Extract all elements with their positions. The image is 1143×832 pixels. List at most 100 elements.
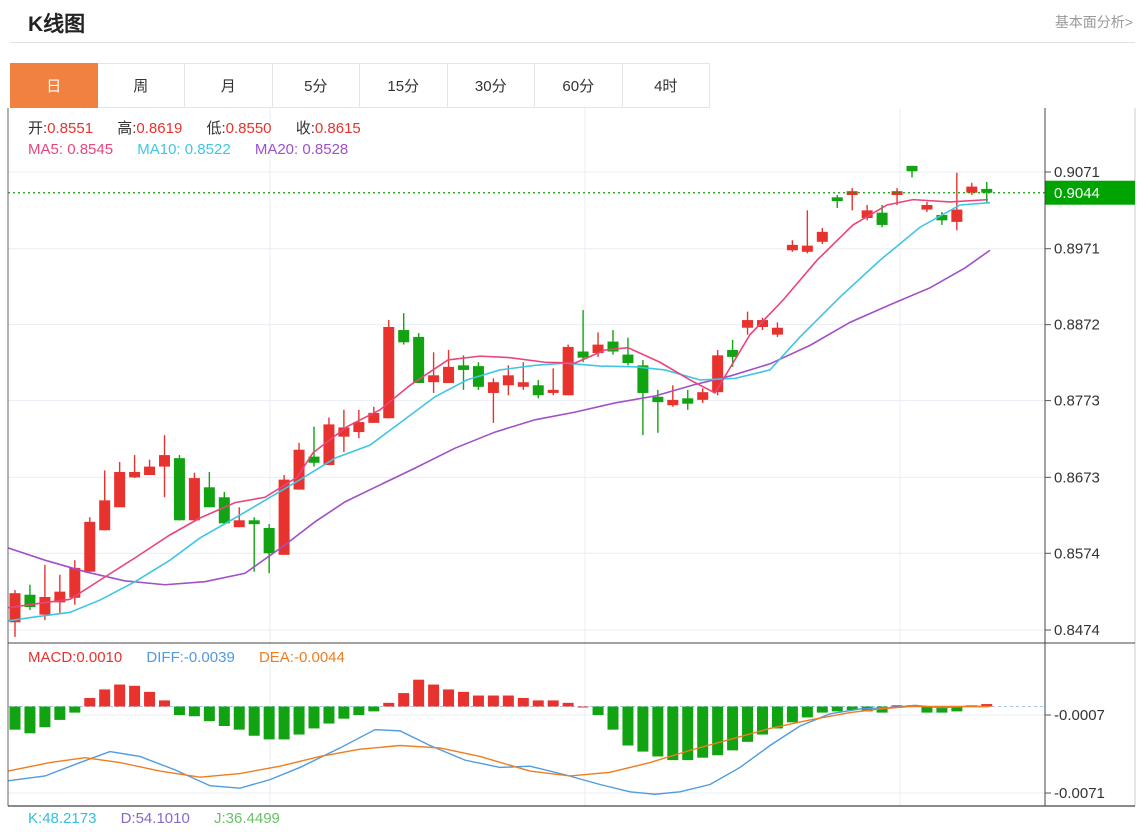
macd-bar xyxy=(712,706,724,756)
candle-body xyxy=(712,355,724,393)
macd-bar xyxy=(801,706,813,718)
price-tick-label: 0.8574 xyxy=(1054,545,1100,562)
candle-body xyxy=(517,382,529,387)
macd-bar xyxy=(502,695,514,707)
macd-bar xyxy=(308,706,320,729)
tab-15min[interactable]: 15分 xyxy=(360,63,448,108)
fundamental-analysis-link[interactable]: 基本面分析> xyxy=(1055,12,1133,32)
macd-bar xyxy=(9,706,21,730)
candle-body xyxy=(84,521,96,572)
macd-bar xyxy=(487,695,499,707)
page-title: K线图 xyxy=(28,13,86,36)
tab-30min[interactable]: 30分 xyxy=(447,63,535,108)
macd-bar xyxy=(69,706,81,713)
macd-bar xyxy=(114,684,126,707)
kline-page: K线图 基本面分析> 日 周 月 5分 15分 30分 60分 4时 0.907… xyxy=(0,0,1143,832)
tab-month[interactable]: 月 xyxy=(185,63,273,108)
macd-bar xyxy=(413,679,425,707)
interval-tabbar: 日 周 月 5分 15分 30分 60分 4时 xyxy=(10,63,710,108)
candle-body xyxy=(248,520,260,525)
candle-body xyxy=(786,244,798,251)
candle-body xyxy=(921,204,933,210)
macd-bar xyxy=(263,706,275,740)
macd-bar xyxy=(532,700,544,707)
candle-body xyxy=(383,326,395,419)
candle-body xyxy=(159,455,170,467)
kline-chart[interactable]: 0.9071 0.8971 0.8872 0.8773 0.8673 0.8574 0.84… xyxy=(0,108,1143,832)
macd-bar xyxy=(203,706,215,722)
macd-bar xyxy=(218,706,230,726)
candle-body xyxy=(637,365,649,393)
macd-bar xyxy=(697,706,709,758)
macd-bar xyxy=(99,689,111,707)
candle-body xyxy=(263,527,275,554)
macd-bar xyxy=(248,706,260,736)
candle-body xyxy=(129,471,141,478)
candle-body xyxy=(876,212,888,225)
macd-bar xyxy=(144,691,156,707)
candle-body xyxy=(443,366,455,383)
candle-body xyxy=(577,351,589,358)
candle-body xyxy=(188,478,200,521)
tab-4hour[interactable]: 4时 xyxy=(622,63,710,108)
macd-bar xyxy=(831,706,843,712)
macd-bar xyxy=(323,706,335,724)
candle-body xyxy=(816,231,828,242)
macd-bar xyxy=(39,706,51,728)
price-tick-label: 0.8673 xyxy=(1054,469,1100,486)
macd-bar xyxy=(84,697,96,707)
macd-bar xyxy=(54,706,66,720)
macd-bar xyxy=(353,706,365,716)
candle-body xyxy=(667,399,679,406)
macd-bar xyxy=(562,702,574,707)
candle-body xyxy=(801,245,813,252)
macd-bar xyxy=(458,691,469,707)
price-tick-label: 0.8872 xyxy=(1054,317,1100,334)
macd-bar xyxy=(577,706,589,708)
macd-bar xyxy=(667,706,679,761)
candle-body xyxy=(173,458,185,521)
tab-5min[interactable]: 5分 xyxy=(272,63,360,108)
candle-body xyxy=(771,327,783,335)
macd-bar xyxy=(816,706,828,713)
candle-body xyxy=(532,385,544,396)
macd-bar xyxy=(742,706,754,742)
macd-bar xyxy=(188,706,200,717)
macd-bar xyxy=(592,706,604,716)
macd-bar xyxy=(428,684,440,707)
macd-bar xyxy=(472,695,484,707)
candle-body xyxy=(981,188,993,193)
candle-body xyxy=(99,500,111,531)
macd-bar xyxy=(129,685,141,707)
price-tick-label: 0.9071 xyxy=(1054,164,1100,181)
current-price-value: 0.9044 xyxy=(1054,185,1100,202)
macd-tick-label: -0.0007 xyxy=(1054,707,1105,724)
tab-week[interactable]: 周 xyxy=(97,63,185,108)
candle-body xyxy=(951,209,963,222)
macd-bar xyxy=(159,700,170,707)
candle-body xyxy=(428,375,440,383)
candle-body xyxy=(831,197,843,202)
candle-body xyxy=(742,320,754,328)
candle-body xyxy=(487,382,499,393)
macd-bar xyxy=(771,706,783,729)
macd-bar xyxy=(293,706,305,735)
tab-day[interactable]: 日 xyxy=(10,63,98,108)
candle-body xyxy=(39,597,51,615)
macd-bar xyxy=(24,706,36,734)
macd-bar xyxy=(173,706,185,716)
candle-body xyxy=(622,354,634,364)
candle-body xyxy=(458,365,469,370)
candle-body xyxy=(547,389,559,393)
candle-body xyxy=(353,422,365,433)
header-divider xyxy=(10,42,1135,43)
price-tick-label: 0.8773 xyxy=(1054,393,1100,410)
price-tick-label: 0.8474 xyxy=(1054,622,1100,639)
macd-bar xyxy=(233,706,245,730)
macd-bar xyxy=(398,693,410,707)
candle-body xyxy=(652,396,664,403)
candle-body xyxy=(502,375,514,386)
tab-60min[interactable]: 60分 xyxy=(535,63,623,108)
macd-bar xyxy=(338,706,350,719)
chart-background xyxy=(0,108,1143,832)
